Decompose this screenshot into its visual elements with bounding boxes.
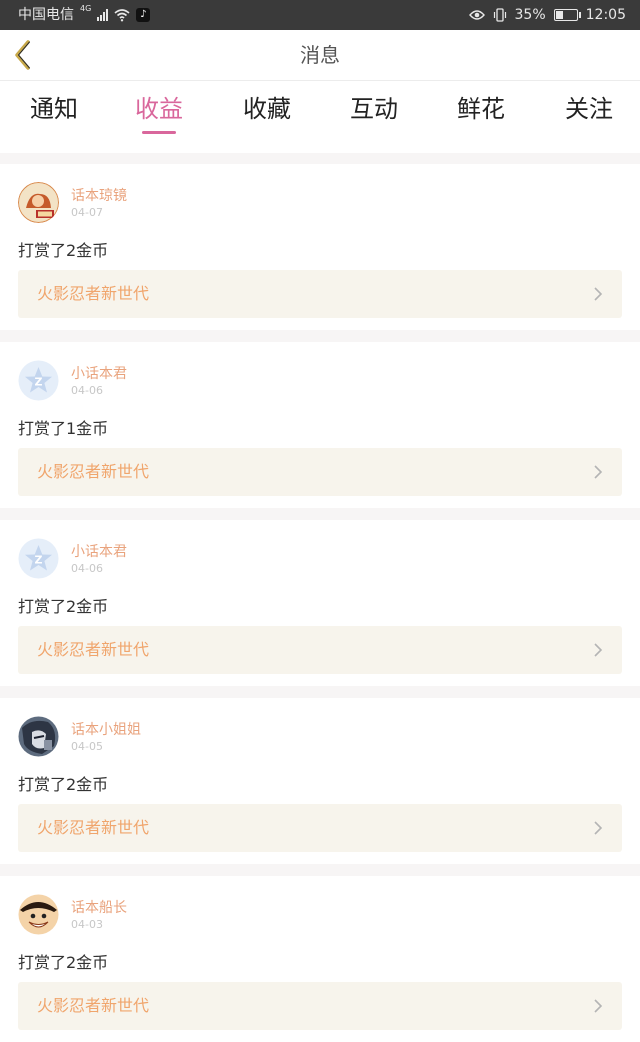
svg-text:Z: Z bbox=[35, 376, 43, 389]
signal-icon bbox=[97, 9, 109, 21]
avatar[interactable]: Z bbox=[18, 360, 59, 401]
tab-bar: 通知 收益 收藏 互动 鲜花 关注 bbox=[0, 81, 640, 153]
tab-label: 收藏 bbox=[243, 95, 291, 123]
nav-bar: 消息 bbox=[0, 30, 640, 81]
avatar[interactable] bbox=[18, 182, 59, 223]
status-bar: 中国电信 4G ♪ 35% 12:05 bbox=[0, 0, 640, 30]
work-link[interactable]: 火影忍者新世代 bbox=[18, 448, 622, 496]
battery-fill bbox=[555, 11, 564, 19]
tab-label: 互动 bbox=[350, 95, 398, 123]
message-date: 04-03 bbox=[71, 918, 103, 931]
reward-text: 打赏了2金币 bbox=[18, 953, 109, 972]
tab-notifications[interactable]: 通知 bbox=[0, 81, 108, 153]
battery-percent: 35% bbox=[514, 7, 546, 23]
manga-avatar-icon bbox=[18, 182, 59, 223]
default-star-avatar-icon: Z bbox=[18, 360, 59, 401]
reward-text: 打赏了2金币 bbox=[18, 775, 109, 794]
eye-icon bbox=[468, 10, 485, 20]
vibrate-icon bbox=[493, 8, 506, 22]
tab-label: 通知 bbox=[30, 95, 78, 123]
work-link[interactable]: 火影忍者新世代 bbox=[18, 270, 622, 318]
list-item: Z 小话本君 04-06 打赏了1金币 火影忍者新世代 bbox=[0, 342, 640, 508]
tab-favorites[interactable]: 收藏 bbox=[213, 81, 321, 153]
clock: 12:05 bbox=[585, 7, 626, 23]
username[interactable]: 小话本君 bbox=[71, 363, 127, 383]
work-title: 火影忍者新世代 bbox=[37, 996, 150, 1015]
chevron-right-icon bbox=[594, 999, 603, 1013]
svg-text:Z: Z bbox=[35, 554, 43, 567]
reward-text: 打赏了1金币 bbox=[18, 419, 109, 438]
work-title: 火影忍者新世代 bbox=[37, 640, 150, 659]
username[interactable]: 话本琼镜 bbox=[71, 185, 127, 205]
list-item: 话本琼镜 04-07 打赏了2金币 火影忍者新世代 bbox=[0, 164, 640, 330]
carrier-label: 中国电信 bbox=[18, 7, 74, 23]
message-date: 04-05 bbox=[71, 740, 103, 753]
work-title: 火影忍者新世代 bbox=[37, 462, 150, 481]
reward-text: 打赏了2金币 bbox=[18, 241, 109, 260]
tab-label: 鲜花 bbox=[457, 95, 505, 123]
avatar[interactable] bbox=[18, 894, 59, 935]
page-title: 消息 bbox=[300, 43, 340, 67]
avatar[interactable]: Z bbox=[18, 538, 59, 579]
anime-girl-avatar-icon bbox=[18, 716, 59, 757]
tab-label: 关注 bbox=[565, 95, 613, 123]
luffy-avatar-icon bbox=[18, 894, 59, 935]
message-date: 04-06 bbox=[71, 384, 103, 397]
message-date: 04-06 bbox=[71, 562, 103, 575]
tab-label: 收益 bbox=[135, 95, 183, 123]
reward-text: 打赏了2金币 bbox=[18, 597, 109, 616]
message-date: 04-07 bbox=[71, 206, 103, 219]
chevron-right-icon bbox=[594, 465, 603, 479]
wifi-icon bbox=[114, 9, 130, 22]
chevron-right-icon bbox=[594, 821, 603, 835]
work-title: 火影忍者新世代 bbox=[37, 284, 150, 303]
work-link[interactable]: 火影忍者新世代 bbox=[18, 982, 622, 1030]
list-item: 话本小姐姐 04-05 打赏了2金币 火影忍者新世代 bbox=[0, 698, 640, 864]
tab-following[interactable]: 关注 bbox=[535, 81, 640, 153]
chevron-right-icon bbox=[594, 287, 603, 301]
work-link[interactable]: 火影忍者新世代 bbox=[18, 626, 622, 674]
username[interactable]: 话本小姐姐 bbox=[71, 719, 141, 739]
tab-interactions[interactable]: 互动 bbox=[320, 81, 428, 153]
work-link[interactable]: 火影忍者新世代 bbox=[18, 804, 622, 852]
tiktok-icon: ♪ bbox=[136, 8, 151, 22]
list-item: 话本船长 04-03 打赏了2金币 火影忍者新世代 bbox=[0, 876, 640, 1042]
username[interactable]: 小话本君 bbox=[71, 541, 127, 561]
tab-flowers[interactable]: 鲜花 bbox=[427, 81, 535, 153]
work-title: 火影忍者新世代 bbox=[37, 818, 150, 837]
network-type: 4G bbox=[80, 4, 92, 13]
list-item: Z 小话本君 04-06 打赏了2金币 火影忍者新世代 bbox=[0, 520, 640, 686]
default-star-avatar-icon: Z bbox=[18, 538, 59, 579]
active-tab-indicator bbox=[142, 131, 176, 134]
avatar[interactable] bbox=[18, 716, 59, 757]
chevron-right-icon bbox=[594, 643, 603, 657]
tab-earnings[interactable]: 收益 bbox=[105, 81, 213, 153]
username[interactable]: 话本船长 bbox=[71, 897, 127, 917]
battery-icon bbox=[553, 9, 581, 21]
